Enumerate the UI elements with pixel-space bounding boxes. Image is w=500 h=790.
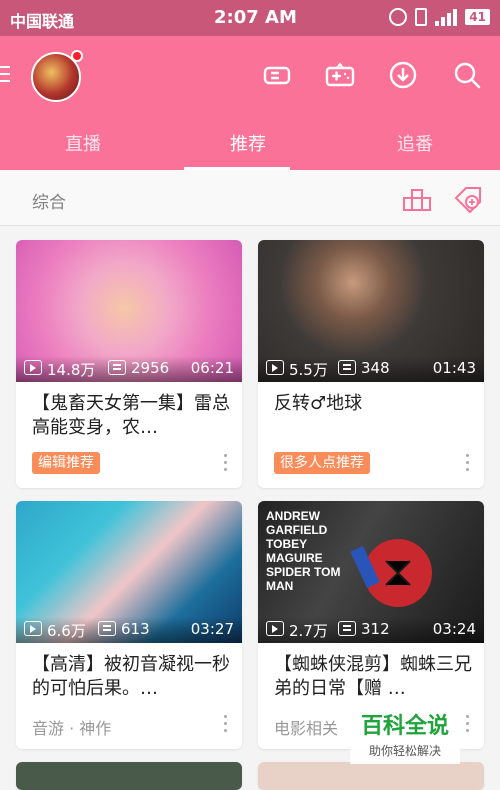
video-title[interactable]: 反转♂地球	[274, 392, 474, 416]
watermark-subtitle: 助你轻松解决	[368, 744, 441, 758]
game-center-icon[interactable]	[262, 60, 292, 90]
danmaku-count: 2956	[131, 359, 170, 377]
more-icon[interactable]	[466, 454, 470, 472]
alarm-icon	[389, 8, 408, 26]
view-count: 2.7万	[289, 622, 328, 640]
tab-bangumi[interactable]: 追番	[397, 130, 433, 156]
video-card[interactable]: 5.5万 348 01:43 反转♂地球 很多人点推荐	[258, 240, 484, 488]
tag-add-icon[interactable]	[454, 186, 484, 214]
signal-icon	[435, 8, 458, 26]
thumbnail-text: ANDREW GARFIELD TOBEY MAGUIRE SPIDER TOM…	[266, 509, 341, 593]
category-label[interactable]: 综合	[32, 188, 66, 213]
video-card[interactable]	[16, 762, 242, 790]
more-icon[interactable]	[466, 715, 470, 733]
recommend-tag: 编辑推荐	[32, 452, 100, 474]
video-duration: 06:21	[190, 359, 234, 377]
download-icon[interactable]	[388, 60, 418, 90]
watermark-title: 百科全说	[360, 714, 449, 739]
danmaku-count: 613	[121, 620, 150, 638]
vibrate-icon	[415, 8, 428, 26]
play-count-icon	[24, 360, 42, 375]
more-icon[interactable]	[224, 715, 228, 733]
video-category[interactable]: 电影相关	[274, 715, 338, 739]
tab-recommend[interactable]: 推荐	[230, 130, 266, 156]
video-card[interactable]: 14.8万 2956 06:21 【鬼畜天女第一集】雷总高能变身，农… 编辑推荐	[16, 240, 242, 488]
video-title[interactable]: 【蜘蛛侠混剪】蜘蛛三兄弟的日常【赠 …	[274, 653, 474, 701]
battery-indicator: 41	[465, 9, 490, 25]
carrier-name: 中国联通	[10, 12, 75, 31]
gamepad-icon[interactable]	[325, 60, 355, 90]
rank-icon[interactable]	[402, 186, 432, 212]
more-icon[interactable]	[224, 454, 228, 472]
video-duration: 01:43	[432, 359, 476, 377]
search-icon[interactable]	[452, 60, 482, 90]
tab-live[interactable]: 直播	[65, 130, 101, 156]
notification-dot	[71, 50, 83, 62]
recommend-tag: 很多人点推荐	[274, 452, 370, 474]
danmaku-icon	[338, 360, 356, 375]
danmaku-count: 348	[361, 359, 390, 377]
danmaku-count: 312	[361, 620, 390, 638]
video-category[interactable]: 音游 · 神作	[32, 715, 111, 739]
video-title[interactable]: 【鬼畜天女第一集】雷总高能变身，农…	[32, 392, 232, 440]
status-time: 2:07 AM	[214, 7, 297, 28]
app-header: 直播 推荐 追番	[0, 36, 500, 170]
video-card[interactable]: 6.6万 613 03:27 【高清】被初音凝视一秒的可怕后果。… 音游 · 神…	[16, 501, 242, 749]
video-duration: 03:27	[190, 620, 234, 638]
play-count-icon	[266, 360, 284, 375]
danmaku-icon	[108, 360, 126, 375]
watermark-logo: 百科全说 助你轻松解决	[350, 712, 460, 764]
view-count: 5.5万	[289, 361, 328, 379]
video-card[interactable]	[258, 762, 484, 790]
danmaku-icon	[98, 621, 116, 636]
video-title[interactable]: 【高清】被初音凝视一秒的可怕后果。…	[32, 653, 232, 701]
view-count: 14.8万	[47, 361, 96, 379]
view-count: 6.6万	[47, 622, 86, 640]
video-duration: 03:24	[432, 620, 476, 638]
play-count-icon	[24, 621, 42, 636]
status-bar: 中国联通 2:07 AM 41	[0, 0, 500, 36]
play-count-icon	[266, 621, 284, 636]
menu-icon[interactable]	[0, 66, 10, 87]
top-tabs: 直播 推荐 追番	[0, 126, 500, 170]
category-bar: 综合	[0, 170, 500, 226]
danmaku-icon	[338, 621, 356, 636]
